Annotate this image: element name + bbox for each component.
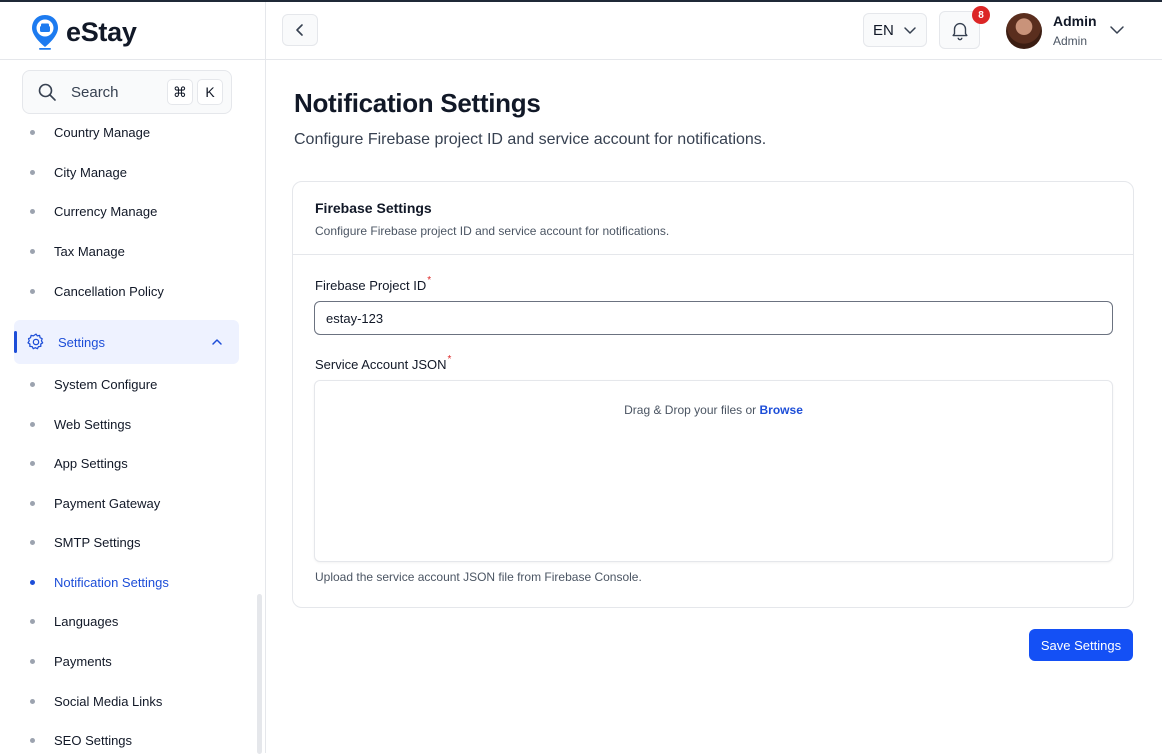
location-pin-logo-icon [32,15,58,50]
user-name: Admin [1053,13,1097,29]
sidebar-scrollbar[interactable] [257,594,262,754]
project-id-input[interactable] [314,301,1113,335]
sidebar-item-payments[interactable]: Payments [30,649,112,673]
bullet-dot [30,421,35,427]
sidebar-item-cancellation-policy[interactable]: Cancellation Policy [30,279,164,303]
search-label: Search [71,83,119,101]
bullet-dot [30,460,35,466]
sidebar-item-social-media-links[interactable]: Social Media Links [30,689,162,713]
user-menu-chevron-down-icon[interactable] [1109,22,1125,38]
shortcut-mod-key: ⌘ [167,79,193,105]
top-header: EN 8 Admin Admin [266,2,1162,60]
sidebar-item-label: Payments [54,653,112,669]
sidebar-item-country-manage[interactable]: Country Manage [30,120,150,144]
bullet-dot [30,579,35,585]
brand-name: eStay [66,16,137,47]
sidebar-group-label: Settings [58,334,105,350]
service-account-json-label-text: Service Account JSON [315,357,447,372]
required-mark: * [447,354,452,365]
dropzone-text: Drag & Drop your files or Browse [315,403,1112,417]
search-box[interactable]: Search ⌘ K [22,70,232,114]
project-id-label-text: Firebase Project ID [315,278,427,293]
required-mark: * [427,275,432,286]
file-dropzone[interactable]: Drag & Drop your files or Browse [314,380,1113,562]
sidebar-group-settings[interactable]: Settings [14,320,239,364]
sidebar-item-label: SMTP Settings [54,534,141,550]
active-group-indicator [14,331,17,353]
sidebar: eStay Search ⌘ K Country Manage City Man… [0,2,266,754]
bullet-dot [30,658,35,664]
chevron-up-icon[interactable] [211,336,223,348]
sidebar-item-languages[interactable]: Languages [30,609,118,633]
back-button[interactable] [282,14,318,46]
bullet-dot [30,381,35,387]
sidebar-item-label: Payment Gateway [54,495,161,511]
card-description: Configure Firebase project ID and servic… [315,224,670,238]
service-account-json-label: Service Account JSON* [315,354,452,372]
sidebar-item-city-manage[interactable]: City Manage [30,160,127,184]
sidebar-item-label: Cancellation Policy [54,283,164,299]
sidebar-item-label: Country Manage [54,124,151,140]
card-title: Firebase Settings [315,200,432,216]
bullet-dot [30,500,35,506]
sidebar-item-label: System Configure [54,376,158,392]
sidebar-item-label: City Manage [54,164,127,180]
sidebar-item-app-settings[interactable]: App Settings [30,451,128,475]
page-title: Notification Settings [294,88,541,118]
chevron-left-icon [296,24,303,36]
sidebar-item-label: Notification Settings [54,574,169,590]
sidebar-item-payment-gateway[interactable]: Payment Gateway [30,491,160,515]
card-header: Firebase Settings Configure Firebase pro… [293,182,1133,255]
notification-count-badge: 8 [972,6,990,24]
sidebar-item-label: Languages [54,613,119,629]
bullet-dot [30,288,35,294]
bullet-dot [30,698,35,704]
sidebar-item-label: Tax Manage [54,243,125,259]
bullet-dot [30,618,35,624]
bullet-dot [30,208,35,214]
bullet-dot [30,539,35,545]
user-role: Admin [1053,34,1088,48]
page-subtitle: Configure Firebase project ID and servic… [294,131,767,148]
bullet-dot [30,169,35,175]
bullet-dot [30,129,35,135]
sidebar-item-currency-manage[interactable]: Currency Manage [30,199,157,223]
brand-logo[interactable]: eStay [30,12,137,52]
bullet-dot [30,248,35,254]
sidebar-item-smtp-settings[interactable]: SMTP Settings [30,530,140,554]
sidebar-item-tax-manage[interactable]: Tax Manage [30,239,125,263]
gear-icon [27,333,44,350]
chevron-down-icon [904,27,916,34]
project-id-label: Firebase Project ID* [315,275,432,293]
shortcut-k-key: K [197,79,223,105]
language-value: EN [873,21,894,39]
sidebar-item-label: Web Settings [54,416,132,432]
firebase-settings-card: Firebase Settings Configure Firebase pro… [292,181,1134,608]
dropzone-instruction: Drag & Drop your files or [624,403,757,417]
sidebar-item-notification-settings[interactable]: Notification Settings [30,570,169,594]
sidebar-item-system-configure[interactable]: System Configure [30,372,157,396]
avatar[interactable] [1006,13,1042,49]
sidebar-item-label: App Settings [54,455,128,471]
sidebar-item-web-settings[interactable]: Web Settings [30,412,131,436]
upload-help-text: Upload the service account JSON file fro… [315,570,642,584]
bullet-dot [30,737,35,743]
sidebar-item-label: Social Media Links [54,693,163,709]
sidebar-item-label: Currency Manage [54,203,158,219]
brand-divider [0,59,265,60]
language-select[interactable]: EN [863,13,927,47]
search-icon [38,83,56,101]
browse-link[interactable]: Browse [760,403,803,417]
sidebar-item-label: SEO Settings [54,732,133,748]
save-settings-button[interactable]: Save Settings [1029,629,1133,661]
sidebar-item-seo-settings[interactable]: SEO Settings [30,728,132,752]
bell-icon [951,22,968,41]
